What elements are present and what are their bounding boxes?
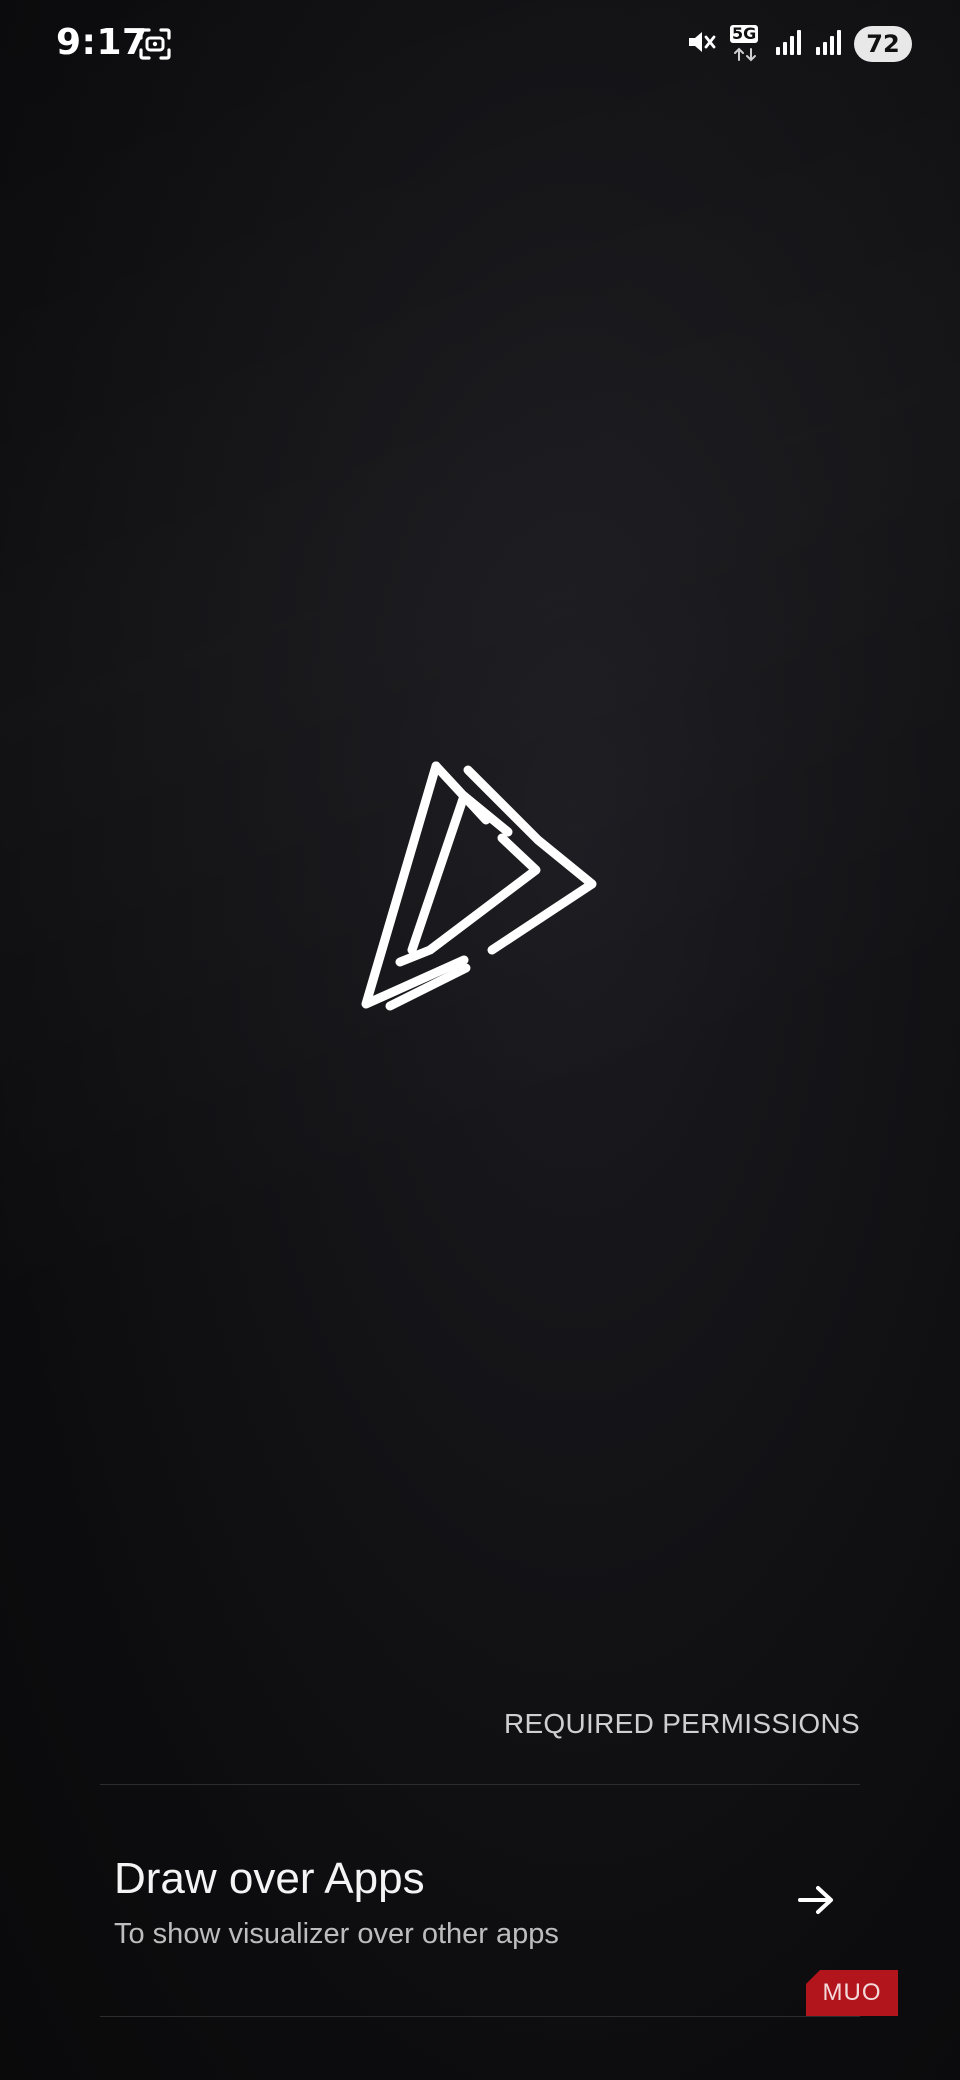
- mute-icon: [686, 27, 716, 61]
- divider: [100, 1784, 860, 1785]
- app-screen: 9:17 5G 72 REQUIRED PERMISSIONS Draw ove…: [0, 0, 960, 2080]
- status-bar: 9:17 5G 72: [0, 0, 960, 90]
- permission-description: To show visualizer over other apps: [114, 1918, 559, 1950]
- permission-item-draw-over-apps[interactable]: Draw over Apps To show visualizer over o…: [100, 1786, 860, 2014]
- signal-icon: [774, 27, 802, 61]
- watermark-badge: MUO: [806, 1970, 898, 2016]
- permission-title: Draw over Apps: [114, 1854, 425, 1903]
- 5g-icon: 5G: [728, 25, 762, 63]
- battery-icon: 72: [854, 26, 912, 62]
- divider: [100, 2016, 860, 2017]
- status-icons: 5G 72: [686, 24, 912, 64]
- screenshot-icon: [138, 27, 172, 61]
- status-time: 9:17: [56, 22, 148, 63]
- signal-icon: [814, 27, 842, 61]
- triangle-play-logo: [360, 760, 600, 1020]
- arrow-right-icon[interactable]: [794, 1878, 838, 1922]
- permissions-header: REQUIRED PERMISSIONS: [503, 1708, 860, 1739]
